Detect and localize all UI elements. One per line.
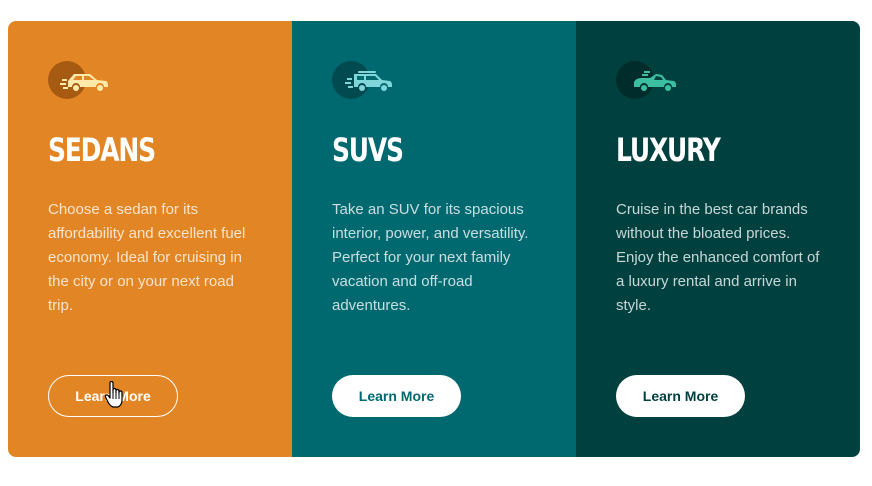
hand-pointer-cursor-icon — [104, 381, 123, 408]
card-luxury: LUXURY Cruise in the best car brands wit… — [576, 21, 860, 457]
card-title: SEDANS — [48, 131, 156, 169]
card-title: LUXURY — [616, 131, 721, 169]
suv-car-icon — [332, 61, 396, 101]
card-description: Cruise in the best car brands without th… — [616, 201, 820, 314]
card-title: SUVS — [332, 131, 404, 169]
car-category-cards: SEDANS Choose a sedan for its affordabil… — [8, 21, 860, 457]
card-description: Choose a sedan for its affordability and… — [48, 201, 246, 314]
learn-more-button[interactable]: Learn More — [616, 375, 745, 417]
card-suvs: SUVS Take an SUV for its spacious interi… — [292, 21, 576, 457]
learn-more-button[interactable]: Learn More — [332, 375, 461, 417]
sedan-car-icon — [48, 61, 112, 101]
card-description: Take an SUV for its spacious interior, p… — [332, 201, 529, 314]
card-sedans: SEDANS Choose a sedan for its affordabil… — [8, 21, 292, 457]
luxury-car-icon — [616, 61, 680, 101]
